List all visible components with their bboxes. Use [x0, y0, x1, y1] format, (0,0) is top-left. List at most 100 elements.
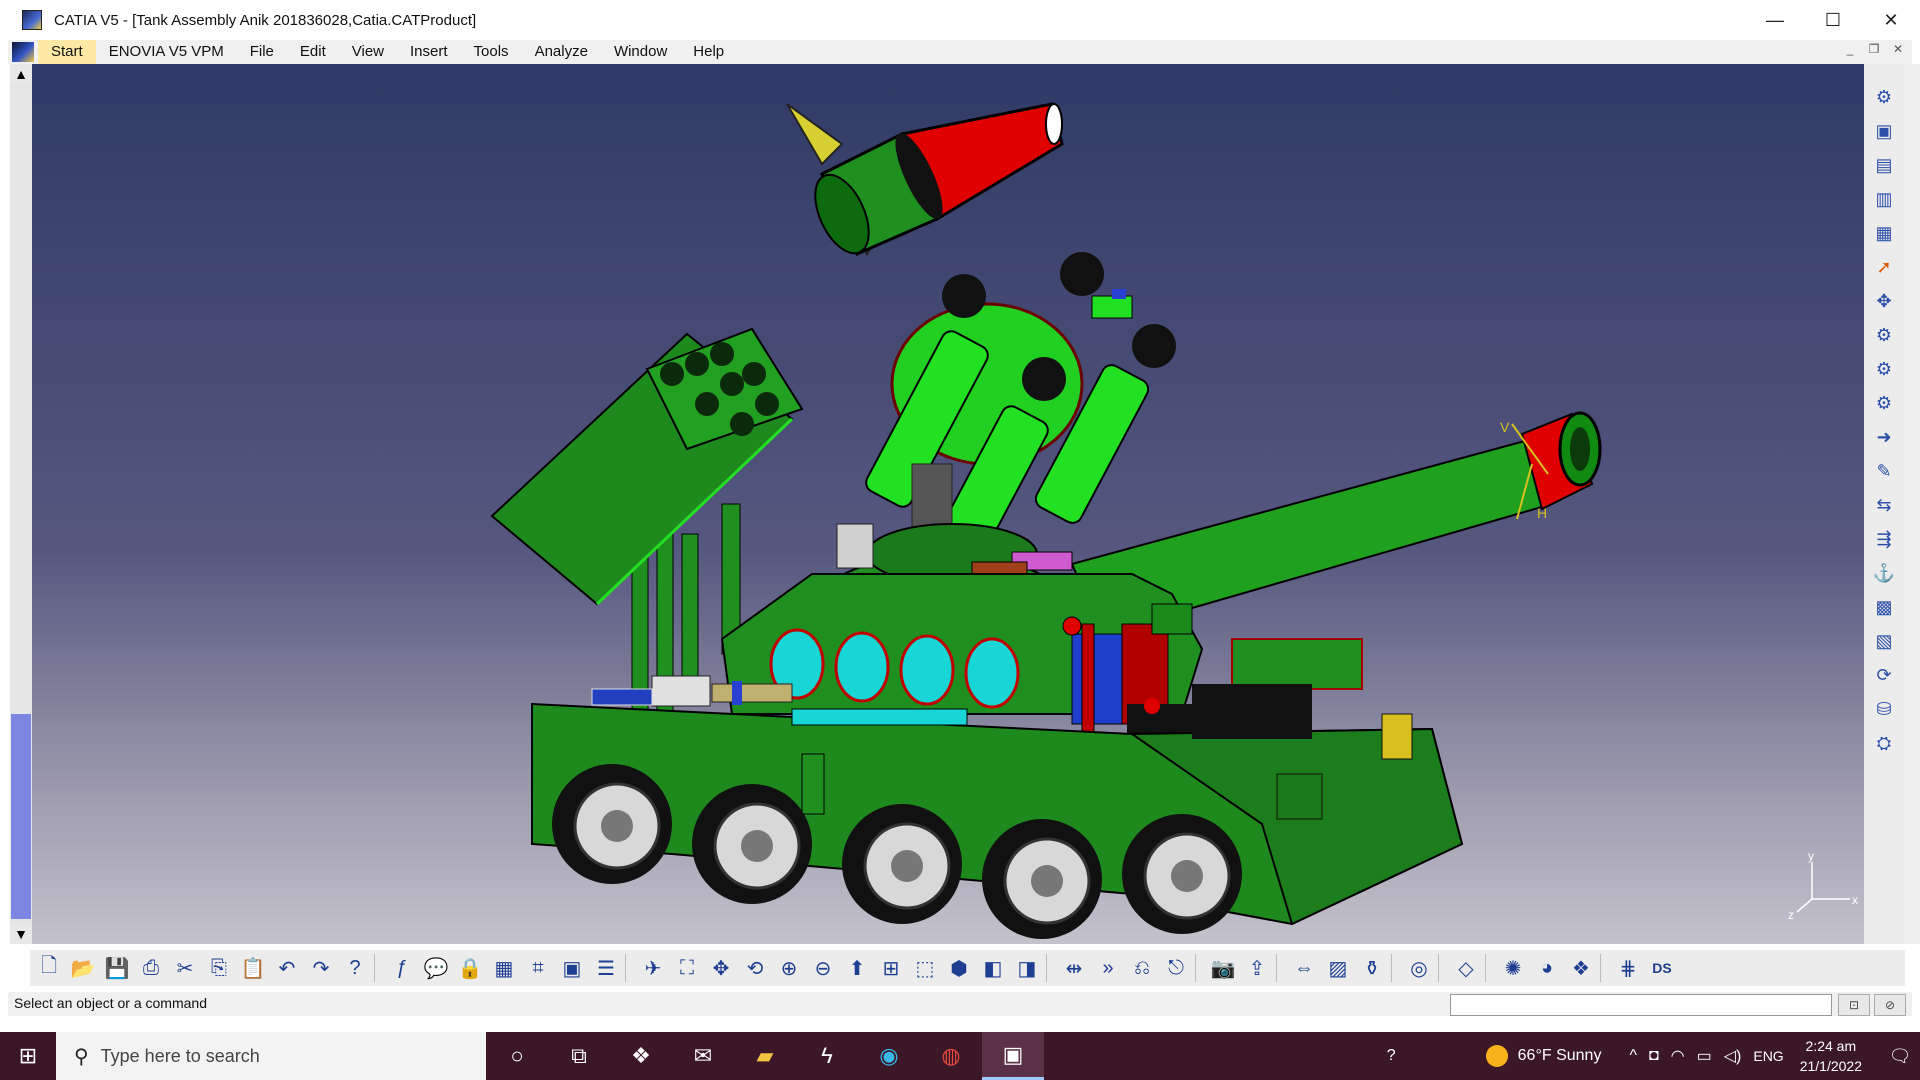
catia-menu-icon[interactable]: [12, 42, 34, 62]
clash-icon[interactable]: ⚙: [1871, 390, 1897, 416]
existing-component-icon[interactable]: ▥: [1871, 186, 1897, 212]
volume-icon[interactable]: ◁): [1724, 1046, 1742, 1066]
vertical-scrollbar[interactable]: ▲ ▼: [10, 64, 32, 944]
fix-together-icon[interactable]: ▩: [1871, 594, 1897, 620]
cycle-icon[interactable]: ◎: [1404, 953, 1434, 983]
knowledge-icon[interactable]: 💬: [421, 953, 451, 983]
menu-start[interactable]: Start: [38, 40, 96, 64]
whats-this-icon[interactable]: ?: [340, 953, 370, 983]
taskbar-search-box[interactable]: ⚲ Type here to search: [56, 1032, 486, 1080]
offset-constraint-icon[interactable]: ⇆: [1871, 492, 1897, 518]
battery-icon[interactable]: ▭: [1697, 1046, 1712, 1066]
publication-icon[interactable]: ⇪: [1242, 953, 1272, 983]
fly-mode-icon[interactable]: ✈: [638, 953, 668, 983]
render-sphere-icon[interactable]: ✺: [1498, 953, 1528, 983]
doc-close-icon[interactable]: ✕: [1888, 42, 1908, 56]
apply-material-icon[interactable]: ◕: [1532, 953, 1562, 983]
scroll-thumb[interactable]: [11, 714, 31, 919]
plane-icon[interactable]: ◇: [1451, 953, 1481, 983]
replace-component-icon[interactable]: ▦: [1871, 220, 1897, 246]
mail-icon[interactable]: ✉: [672, 1032, 734, 1080]
bottle-icon[interactable]: ⚱: [1357, 953, 1387, 983]
zoom-out-icon[interactable]: ⊖: [808, 953, 838, 983]
update-icon[interactable]: ⟳: [1871, 662, 1897, 688]
rocket-part[interactable]: [786, 102, 1064, 261]
zoom-in-icon[interactable]: ⊕: [774, 953, 804, 983]
explode-icon[interactable]: ⚙: [1871, 356, 1897, 382]
component-icon[interactable]: ▣: [1871, 118, 1897, 144]
quick-constraint-icon[interactable]: ▧: [1871, 628, 1897, 654]
lock-icon[interactable]: 🔒: [455, 953, 485, 983]
product-icon[interactable]: ⚙: [1871, 84, 1897, 110]
catia-taskbar-icon[interactable]: ▣: [982, 1032, 1044, 1080]
command-clear-icon[interactable]: ⊘: [1874, 994, 1906, 1016]
multi-view-icon[interactable]: ⊞: [876, 953, 906, 983]
wheel-2[interactable]: [692, 784, 812, 904]
fit-all-icon[interactable]: ⛶: [672, 953, 702, 983]
measure-inertia-icon[interactable]: ⎌: [1127, 953, 1157, 983]
fix-component-icon[interactable]: ⚓: [1871, 560, 1897, 586]
distance-analysis-icon[interactable]: ⇔: [1289, 953, 1319, 983]
print-icon[interactable]: ⎙: [136, 953, 166, 983]
snap-icon[interactable]: ⚙: [1871, 322, 1897, 348]
tree-icon[interactable]: ⌗: [523, 953, 553, 983]
minimize-button[interactable]: —: [1746, 0, 1804, 40]
new-file-icon[interactable]: 🗋: [34, 953, 64, 983]
menu-help[interactable]: Help: [680, 40, 737, 64]
grid-icon[interactable]: ⋕: [1613, 953, 1643, 983]
catalog-browser-icon[interactable]: ⎋: [1161, 953, 1191, 983]
windows-start-icon[interactable]: ⊞: [0, 1032, 56, 1080]
dropbox-icon[interactable]: ❖: [610, 1032, 672, 1080]
cortana-icon[interactable]: ○: [486, 1032, 548, 1080]
menu-edit[interactable]: Edit: [287, 40, 339, 64]
tank-assembly-model[interactable]: V H y x z: [32, 64, 1864, 944]
file-explorer-icon[interactable]: ▰: [734, 1032, 796, 1080]
shading-icon[interactable]: ⬢: [944, 953, 974, 983]
bill-of-material-icon[interactable]: ⛭: [1871, 730, 1897, 756]
formula-icon[interactable]: ƒ: [387, 953, 417, 983]
edge-browser-icon[interactable]: ◉: [858, 1032, 920, 1080]
swap-visible-icon[interactable]: ◨: [1012, 953, 1042, 983]
material-library-icon[interactable]: ❖: [1566, 953, 1596, 983]
task-view-icon[interactable]: ⧉: [548, 1032, 610, 1080]
cut-icon[interactable]: ✂: [170, 953, 200, 983]
doc-restore-icon[interactable]: ❐: [1864, 42, 1884, 56]
clock[interactable]: 2:24 am 21/1/2022: [1800, 1036, 1862, 1076]
scroll-down-arrow-icon[interactable]: ▼: [10, 924, 32, 944]
weather-widget[interactable]: 66°F Sunny: [1485, 1045, 1601, 1067]
menu-enovia[interactable]: ENOVIA V5 VPM: [96, 40, 237, 64]
chevron-up-icon[interactable]: ^: [1629, 1047, 1637, 1065]
wheel-3[interactable]: [842, 804, 962, 924]
language-indicator[interactable]: ENG: [1753, 1048, 1783, 1064]
open-folder-icon[interactable]: 📂: [68, 953, 98, 983]
scroll-up-arrow-icon[interactable]: ▲: [10, 64, 32, 84]
catalog-icon[interactable]: ▣: [557, 953, 587, 983]
wheel-4[interactable]: [982, 819, 1102, 939]
notifications-icon[interactable]: 🗨: [1880, 1046, 1920, 1067]
menu-view[interactable]: View: [339, 40, 397, 64]
scenes-icon[interactable]: ⛁: [1871, 696, 1897, 722]
menu-window[interactable]: Window: [601, 40, 680, 64]
chrome-icon[interactable]: ◍: [920, 1032, 982, 1080]
select-arrow-icon[interactable]: ➚: [1871, 254, 1897, 280]
section-icon[interactable]: ▨: [1323, 953, 1353, 983]
undo-icon[interactable]: ↶: [272, 953, 302, 983]
part-icon[interactable]: ▤: [1871, 152, 1897, 178]
right-scrollbar[interactable]: [1904, 64, 1920, 944]
maximize-button[interactable]: ☐: [1804, 0, 1862, 40]
wheel-5[interactable]: [1122, 814, 1242, 934]
redo-icon[interactable]: ↷: [306, 953, 336, 983]
menu-tools[interactable]: Tools: [461, 40, 522, 64]
measure-between-icon[interactable]: ⇹: [1059, 953, 1089, 983]
spec-icon[interactable]: ☰: [591, 953, 621, 983]
manipulate-icon[interactable]: ✥: [1871, 288, 1897, 314]
table-icon[interactable]: ▦: [489, 953, 519, 983]
menu-file[interactable]: File: [237, 40, 287, 64]
copy-icon[interactable]: ⎘: [204, 953, 234, 983]
hide-show-icon[interactable]: ◧: [978, 953, 1008, 983]
coincidence-constraint-icon[interactable]: ➜: [1871, 424, 1897, 450]
wheel-1[interactable]: [552, 764, 672, 884]
close-button[interactable]: ✕: [1862, 0, 1920, 40]
pan-icon[interactable]: ✥: [706, 953, 736, 983]
help-icon[interactable]: ?: [1387, 1047, 1396, 1065]
